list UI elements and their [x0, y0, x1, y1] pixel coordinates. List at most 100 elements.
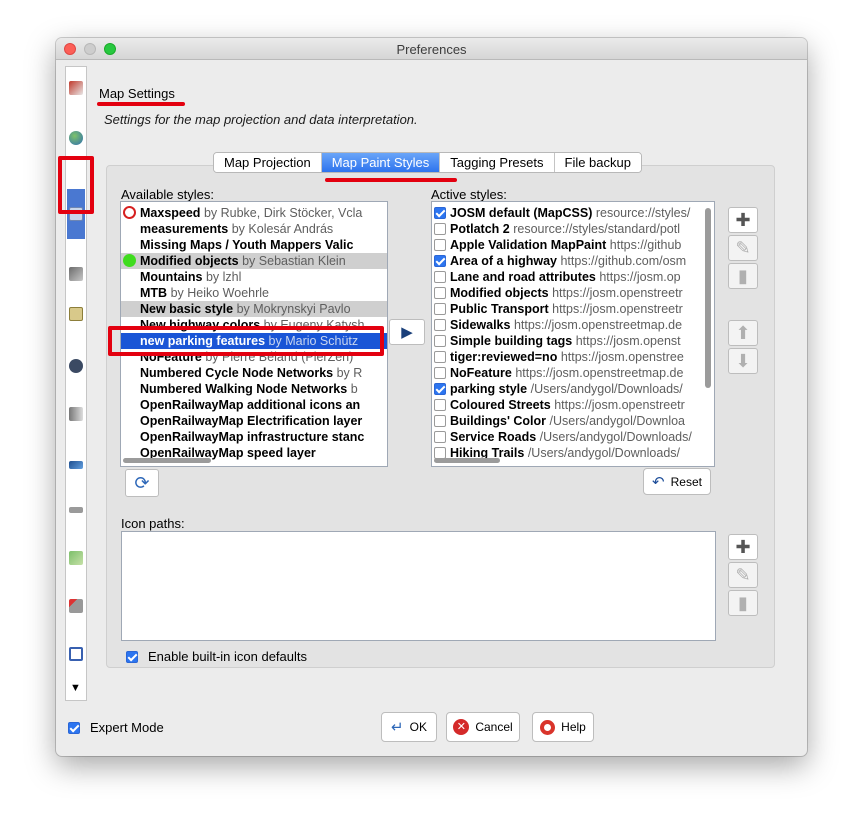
active-style-item[interactable]: NoFeature https://josm.openstreetmap.de	[432, 365, 702, 381]
style-name: OpenRailwayMap additional icons an	[140, 398, 361, 412]
display-icon[interactable]	[69, 81, 83, 95]
ok-icon: ↵	[391, 719, 404, 736]
available-style-item[interactable]: OpenRailwayMap infrastructure stanc	[121, 429, 387, 445]
active-style-item[interactable]: JOSM default (MapCSS) resource://styles/	[432, 205, 702, 221]
advanced-icon[interactable]	[69, 599, 83, 613]
imagery-icon[interactable]	[69, 551, 83, 565]
scroll-down-icon[interactable]: ▼	[70, 682, 81, 694]
style-enable-checkbox[interactable]	[434, 271, 446, 283]
active-style-item[interactable]: Potlatch 2 resource://styles/standard/po…	[432, 221, 702, 237]
style-enable-checkbox[interactable]	[434, 415, 446, 427]
available-style-item[interactable]: MTB by Heiko Woehrle	[121, 285, 387, 301]
active-styles-list[interactable]: Hiking Trails /Users/andygol/Downloads/S…	[431, 201, 715, 467]
plugin-icon[interactable]	[69, 307, 83, 321]
add-style-button[interactable]: ✚	[728, 207, 758, 233]
active-style-item[interactable]: Simple building tags https://josm.openst	[432, 333, 702, 349]
active-style-item[interactable]: Modified objects https://josm.openstreet…	[432, 285, 702, 301]
style-enable-checkbox[interactable]	[434, 399, 446, 411]
available-style-item[interactable]: Numbered Walking Node Networks b	[121, 381, 387, 397]
globe-icon[interactable]	[69, 131, 83, 145]
style-name: Maxspeed	[140, 206, 201, 220]
edit-icon-path-button[interactable]: ✎	[728, 562, 758, 588]
available-style-item[interactable]: Maxspeed by Rubke, Dirk Stöcker, Vcla	[121, 205, 387, 221]
style-name: tiger:reviewed=no	[450, 350, 558, 364]
style-enable-checkbox[interactable]	[434, 287, 446, 299]
title-bar: Preferences	[56, 38, 807, 60]
builtin-icons-check[interactable]	[126, 650, 138, 663]
style-name: Mountains	[140, 270, 203, 284]
active-style-item[interactable]: Public Transport https://josm.openstreet…	[432, 301, 702, 317]
available-style-item[interactable]: OpenRailwayMap Electrification layer	[121, 413, 387, 429]
available-hscrollbar[interactable]	[123, 458, 211, 463]
style-enable-checkbox[interactable]	[434, 431, 446, 443]
style-enable-checkbox[interactable]	[434, 351, 446, 363]
style-enable-checkbox[interactable]	[434, 383, 446, 395]
available-style-item[interactable]: measurements by Kolesár András	[121, 221, 387, 237]
icon-paths-list[interactable]	[121, 531, 716, 641]
annotation-underline-tab	[325, 178, 457, 182]
available-style-item[interactable]: New basic style by Mokrynskyi Pavlo	[121, 301, 387, 317]
style-enable-checkbox[interactable]	[434, 207, 446, 219]
style-name: Numbered Cycle Node Networks	[140, 366, 334, 380]
delete-style-button[interactable]: ▮	[728, 263, 758, 289]
active-style-item[interactable]: Buildings' Color /Users/andygol/Downloa	[432, 413, 702, 429]
activate-style-button[interactable]: ▶	[389, 319, 425, 345]
icon-paths-label: Icon paths:	[121, 516, 185, 531]
tag-icon[interactable]	[69, 647, 83, 661]
active-style-item[interactable]: Lane and road attributes https://josm.op	[432, 269, 702, 285]
active-style-item[interactable]: parking style /Users/andygol/Downloads/	[432, 381, 702, 397]
available-style-item[interactable]: Numbered Cycle Node Networks by R	[121, 365, 387, 381]
available-style-item[interactable]: Missing Maps / Youth Mappers Valic	[121, 237, 387, 253]
tab-tagging-presets[interactable]: Tagging Presets	[439, 153, 554, 172]
expert-mode-checkbox[interactable]: Expert Mode	[68, 720, 164, 735]
move-up-button[interactable]: ⬆	[728, 320, 758, 346]
style-enable-checkbox[interactable]	[434, 335, 446, 347]
tab-map-projection[interactable]: Map Projection	[214, 153, 321, 172]
style-enable-checkbox[interactable]	[434, 303, 446, 315]
active-style-item[interactable]: Sidewalks https://josm.openstreetmap.de	[432, 317, 702, 333]
expert-mode-check[interactable]	[68, 721, 80, 734]
style-enable-checkbox[interactable]	[434, 319, 446, 331]
validator-icon[interactable]	[69, 407, 83, 421]
style-source: https://github.com/osm	[560, 254, 687, 268]
style-name: Modified objects	[450, 286, 549, 300]
preferences-window: Preferences ▼ Map Settings Settings for …	[56, 38, 807, 756]
available-style-item[interactable]: OpenRailwayMap additional icons an	[121, 397, 387, 413]
available-style-item[interactable]: Mountains by lzhl	[121, 269, 387, 285]
add-icon-path-button[interactable]: ✚	[728, 534, 758, 560]
style-source: https://josm.openstreetr	[554, 398, 685, 412]
style-name: Lane and road attributes	[450, 270, 596, 284]
active-style-item[interactable]: tiger:reviewed=no https://josm.openstree	[432, 349, 702, 365]
style-source: /Users/andygol/Downloads/	[539, 430, 692, 444]
style-source: https://josm.openst	[575, 334, 681, 348]
reload-styles-button[interactable]: ⟳	[125, 469, 159, 497]
style-enable-checkbox[interactable]	[434, 367, 446, 379]
tab-file-backup[interactable]: File backup	[553, 153, 641, 172]
style-enable-checkbox[interactable]	[434, 223, 446, 235]
active-vscrollbar[interactable]	[705, 208, 711, 388]
builtin-icons-checkbox[interactable]: Enable built-in icon defaults	[126, 649, 307, 664]
cancel-button[interactable]: ✕ Cancel	[446, 712, 520, 742]
reset-button[interactable]: ↶ Reset	[643, 468, 711, 495]
style-enable-checkbox[interactable]	[434, 255, 446, 267]
move-down-button[interactable]: ⬇	[728, 348, 758, 374]
active-style-item[interactable]: Area of a highway https://github.com/osm	[432, 253, 702, 269]
connection-icon[interactable]	[69, 267, 83, 281]
audio-icon[interactable]	[69, 507, 83, 513]
active-style-item[interactable]: Apple Validation MapPaint https://github	[432, 237, 702, 253]
active-hscrollbar[interactable]	[434, 458, 500, 463]
ok-button[interactable]: ↵ OK	[381, 712, 437, 742]
delete-icon-path-button[interactable]: ▮	[728, 590, 758, 616]
style-author: by lzhl	[205, 270, 242, 284]
remote-icon[interactable]	[69, 461, 83, 469]
edit-style-button[interactable]: ✎	[728, 235, 758, 261]
help-button[interactable]: Help	[532, 712, 594, 742]
style-enable-checkbox[interactable]	[434, 239, 446, 251]
cancel-label: Cancel	[475, 720, 513, 734]
shortcut-icon[interactable]	[69, 359, 83, 373]
active-style-item[interactable]: Service Roads /Users/andygol/Downloads/	[432, 429, 702, 445]
trash-icon: ▮	[738, 592, 748, 613]
tab-map-paint-styles[interactable]: Map Paint Styles	[320, 153, 440, 172]
available-style-item[interactable]: Modified objects by Sebastian Klein	[121, 253, 387, 269]
active-style-item[interactable]: Coloured Streets https://josm.openstreet…	[432, 397, 702, 413]
